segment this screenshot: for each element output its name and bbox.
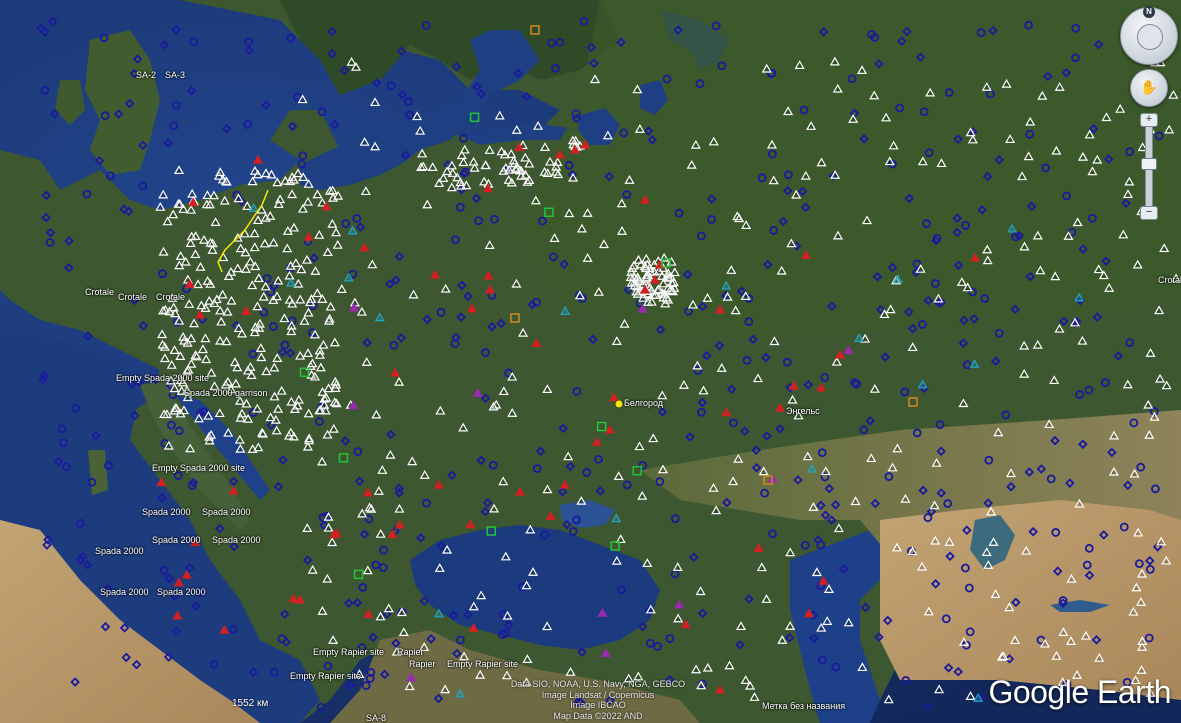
hand-icon: ✋: [1140, 79, 1158, 95]
attribution-line: Image Landsat / Copernicus: [541, 689, 655, 700]
attribution-line: Map Data ©2022 AND: [553, 710, 643, 721]
compass-control[interactable]: N: [1120, 6, 1178, 65]
label-crotale[interactable]: Crotale: [156, 292, 185, 302]
label-rapier[interactable]: Rapier: [397, 647, 424, 657]
label-empty-spada[interactable]: Empty Spada 2000 site: [116, 373, 209, 383]
satellite-map[interactable]: [0, 0, 1181, 723]
label-rapier[interactable]: Rapier: [409, 659, 436, 669]
label-spada[interactable]: Spada 2000: [212, 535, 261, 545]
label-engels[interactable]: Энгельс: [786, 406, 820, 416]
north-indicator[interactable]: N: [1143, 6, 1155, 18]
label-empty-rapier[interactable]: Empty Rapier site: [290, 671, 361, 681]
zoom-slider-thumb[interactable]: [1141, 158, 1157, 170]
label-crotale[interactable]: Crotale: [85, 287, 114, 297]
attribution-line: Data SIO, NOAA, U.S. Navy, NGA, GEBCO: [510, 679, 686, 689]
label-sa8[interactable]: SA-8: [366, 713, 386, 723]
zoom-in-button[interactable]: +: [1140, 113, 1158, 127]
label-empty-rapier[interactable]: Empty Rapier site: [313, 647, 384, 657]
label-spada-garrison[interactable]: Spada 2000 garrison: [184, 388, 268, 398]
label-belgorod[interactable]: Белгород: [624, 398, 663, 408]
label-sa2[interactable]: SA-2: [136, 70, 156, 80]
label-spada[interactable]: Spada 2000: [202, 507, 251, 517]
label-crotale[interactable]: Crotale: [1158, 275, 1181, 285]
label-spada[interactable]: Spada 2000: [100, 587, 149, 597]
label-crotale[interactable]: Crotale: [118, 292, 147, 302]
label-spada[interactable]: Spada 2000: [142, 507, 191, 517]
pan-control[interactable]: ✋: [1130, 69, 1168, 107]
zoom-out-button[interactable]: −: [1140, 206, 1158, 220]
imagery-attribution: Data SIO, NOAA, U.S. Navy, NGA, GEBCO Im…: [498, 679, 698, 721]
label-untitled-placemark[interactable]: Метка без названия: [762, 701, 845, 711]
scale-distance-label: 1552 км: [232, 698, 269, 709]
look-joystick[interactable]: [1137, 24, 1163, 50]
label-spada[interactable]: Spada 2000: [157, 587, 206, 597]
land-russia-forest: [520, 0, 1181, 340]
label-spada[interactable]: Spada 2000: [152, 535, 201, 545]
label-empty-rapier[interactable]: Empty Rapier site: [447, 659, 518, 669]
label-spada[interactable]: Spada 2000: [95, 546, 144, 556]
google-earth-logo: Google Earth: [988, 674, 1171, 710]
label-sa3[interactable]: SA-3: [165, 70, 185, 80]
pushpin-icon[interactable]: [614, 399, 624, 409]
attribution-line: Image IBCAO: [570, 700, 626, 710]
label-empty-spada[interactable]: Empty Spada 2000 site: [152, 463, 245, 473]
